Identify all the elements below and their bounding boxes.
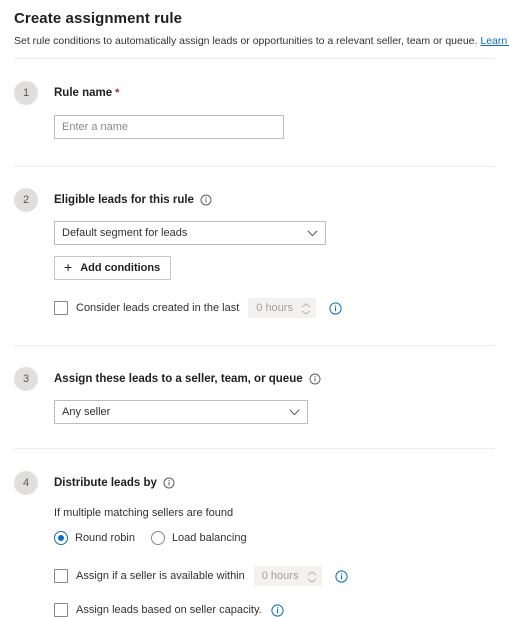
assignee-select[interactable]: Any seller [54, 400, 308, 424]
divider-after-step-3 [14, 448, 495, 449]
chevron-up-icon [307, 571, 317, 576]
consider-leads-label: Consider leads created in the last [76, 302, 240, 314]
radio-round-robin[interactable]: Round robin [54, 531, 135, 545]
availability-label: Assign if a seller is available within [76, 570, 245, 582]
required-asterisk: * [115, 87, 120, 99]
stepper-arrows[interactable] [307, 568, 317, 586]
radio-load-balancing[interactable]: Load balancing [150, 531, 247, 545]
step-badge-2: 2 [14, 188, 38, 212]
step-assign-to: 3 Assign these leads to a seller, team, … [0, 367, 509, 424]
consider-leads-hours-value: 0 hours [256, 302, 293, 314]
consider-leads-checkbox[interactable] [54, 301, 68, 315]
availability-checkbox[interactable] [54, 569, 68, 583]
distribute-radio-group: Round robin Load balancing [54, 531, 495, 545]
consider-leads-hours-stepper[interactable]: 0 hours [248, 298, 317, 318]
radio-round-robin-label: Round robin [75, 532, 135, 544]
add-conditions-label: Add conditions [80, 262, 161, 274]
info-icon [200, 194, 212, 206]
assignee-select-value: Any seller [62, 406, 111, 418]
page-subtitle: Set rule conditions to automatically ass… [14, 34, 509, 48]
step-badge-1: 1 [14, 81, 38, 105]
rule-name-input[interactable] [54, 115, 284, 139]
capacity-label: Assign leads based on seller capacity. [76, 604, 262, 616]
chevron-down-icon [289, 401, 300, 423]
header-divider [14, 58, 495, 59]
info-icon[interactable] [329, 301, 342, 315]
info-icon[interactable] [335, 569, 348, 583]
info-icon [309, 373, 321, 385]
step-eligible-leads: 2 Eligible leads for this rule Default s… [0, 188, 509, 318]
step-4-title-row: Distribute leads by [54, 471, 495, 495]
chevron-up-icon [301, 303, 311, 308]
radio-load-balancing-label: Load balancing [171, 532, 247, 544]
chevron-down-icon [307, 222, 318, 244]
capacity-row: Assign leads based on seller capacity. [54, 603, 495, 617]
segment-select[interactable]: Default segment for leads [54, 221, 326, 245]
learn-more-link[interactable]: Learn more [480, 35, 509, 47]
info-icon[interactable] [271, 603, 284, 617]
step-badge-4: 4 [14, 471, 38, 495]
step-badge-3: 3 [14, 367, 38, 391]
availability-row: Assign if a seller is available within 0… [54, 566, 495, 586]
step-2-title-row: Eligible leads for this rule [54, 188, 495, 212]
step-1-title-row: Rule name * [54, 81, 495, 105]
availability-hours-value: 0 hours [261, 570, 299, 582]
divider-after-step-2 [14, 345, 495, 346]
chevron-down-icon [307, 578, 317, 583]
step-1-title: Rule name [54, 87, 113, 99]
info-icon [163, 477, 175, 489]
page-subtitle-text: Set rule conditions to automatically ass… [14, 35, 478, 47]
radio-load-balancing-indicator[interactable] [150, 531, 165, 545]
segment-select-value: Default segment for leads [62, 227, 188, 239]
radio-round-robin-indicator[interactable] [54, 531, 68, 545]
page-header: Create assignment rule Set rule conditio… [0, 0, 509, 48]
consider-leads-row: Consider leads created in the last 0 hou… [54, 298, 495, 318]
distribute-note: If multiple matching sellers are found [54, 507, 234, 519]
step-3-title: Assign these leads to a seller, team, or… [54, 373, 303, 385]
divider-after-step-1 [14, 166, 495, 167]
add-conditions-button[interactable]: + Add conditions [54, 256, 172, 280]
chevron-down-icon [301, 310, 311, 315]
stepper-arrows[interactable] [301, 300, 311, 318]
plus-icon: + [64, 259, 73, 275]
availability-hours-stepper[interactable]: 0 hours [253, 566, 322, 586]
step-2-title: Eligible leads for this rule [54, 194, 194, 206]
step-3-title-row: Assign these leads to a seller, team, or… [54, 367, 495, 391]
page-title: Create assignment rule [14, 10, 183, 27]
capacity-checkbox[interactable] [54, 603, 68, 617]
step-4-title: Distribute leads by [54, 477, 157, 489]
step-rule-name: 1 Rule name * [0, 81, 509, 139]
step-distribute-leads: 4 Distribute leads by If multiple matchi… [0, 471, 509, 617]
